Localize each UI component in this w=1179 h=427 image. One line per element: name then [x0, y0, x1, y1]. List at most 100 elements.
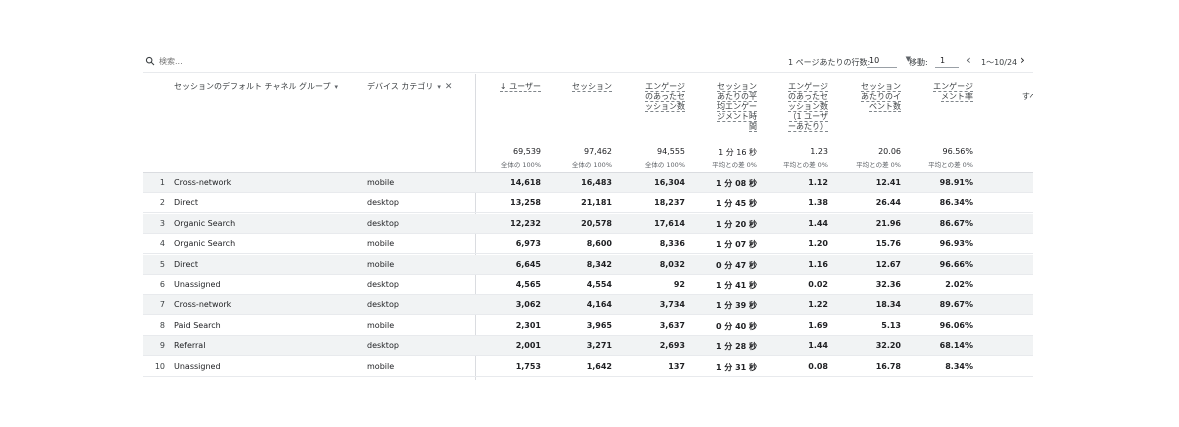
cell-metric-value: 32.20 [875, 341, 901, 351]
cell-metric-value: 3,271 [586, 341, 612, 351]
dimension-header-device-category[interactable]: デバイス カテゴリ ▾ ✕ [367, 82, 452, 92]
cell-metric-value: 2,001 [515, 341, 541, 351]
table-row[interactable]: 1 Cross-network mobile 14,618 16,483 16,304 1 … [143, 173, 1033, 193]
metric-header-label: セッション あたりの平 均エンゲー ジメント時 間 [717, 82, 757, 132]
total-engaged-sessions: 94,555 [657, 147, 685, 156]
cell-metric-value: 1.69 [808, 320, 828, 330]
cell-metric-value: 0.02 [808, 280, 828, 289]
table-row[interactable]: 2 Direct desktop 13,258 21,181 18,237 1 分 45 秒… [143, 193, 1033, 214]
cell-metric-value: 8,600 [586, 239, 612, 249]
metric-header-avg-engagement-time[interactable]: セッション あたりの平 均エンゲー ジメント時 間 [691, 82, 757, 132]
cell-metric-value: 13,258 [510, 198, 541, 208]
cell-metric-value: 1.22 [808, 300, 828, 310]
cell-metric-value: 0.08 [808, 361, 828, 371]
metric-header-events-per-session[interactable]: セッション あたりのイ ベント数 [835, 82, 901, 112]
cell-metric-value: 17,614 [654, 218, 685, 228]
table-row[interactable]: 4 Organic Search mobile 6,973 8,600 8,336 1 分 … [143, 234, 1033, 255]
cell-metric-value: 1 分 41 秒 [715, 281, 757, 290]
dropdown-caret-icon[interactable]: ▾ [335, 82, 339, 92]
cell-metric-value: 1 分 07 秒 [715, 240, 757, 250]
cell-channel-group: Paid Search [174, 320, 221, 330]
goto-page-input[interactable]: 1 [935, 55, 959, 68]
row-index: 9 [159, 341, 165, 351]
cell-metric-value: 16,483 [581, 178, 612, 187]
total-engaged-sessions-per-user: 1.23 [810, 147, 828, 156]
cell-channel-group: Organic Search [174, 218, 236, 228]
search-box[interactable] [145, 56, 279, 66]
cell-device-category: desktop [367, 280, 399, 289]
cell-metric-value: 8.34% [945, 361, 973, 371]
cell-device-category: desktop [367, 341, 399, 351]
row-index: 10 [154, 361, 165, 371]
cell-channel-group: Referral [174, 341, 206, 351]
report-table: 1 ページあたりの行数: 10 ▼ 移動: 1 ‹ 1～10/24 › セッショ… [143, 50, 1033, 380]
cell-metric-value: 20,578 [581, 218, 612, 228]
cell-metric-value: 14,618 [510, 178, 541, 187]
total-avg-engagement-time: 1 分 16 秒 [718, 148, 757, 157]
table-toolbar: 1 ページあたりの行数: 10 ▼ 移動: 1 ‹ 1～10/24 › [143, 50, 1033, 74]
cell-channel-group: Unassigned [174, 361, 221, 371]
cell-metric-value: 8,342 [586, 259, 612, 269]
metric-header-engagement-rate[interactable]: エンゲージ メント率 [907, 82, 973, 102]
cell-device-category: desktop [367, 218, 399, 228]
metric-header-engaged-sessions[interactable]: エンゲージ のあったセ ッション数 [619, 82, 685, 112]
total-events-per-session-sub: 平均との差 0% [856, 161, 901, 169]
cell-metric-value: 3,734 [659, 300, 685, 310]
cell-metric-value: 26.44 [875, 198, 901, 208]
metric-header-label: ↓ ユーザー [499, 82, 541, 92]
dimension-header-channel-group[interactable]: セッションのデフォルト チャネル グループ ▾ [174, 82, 338, 92]
rows-per-page-label: 1 ページあたりの行数: [788, 58, 871, 67]
chevron-left-icon[interactable]: ‹ [966, 53, 971, 67]
row-index: 3 [159, 218, 165, 228]
cell-metric-value: 18,237 [654, 198, 685, 208]
cell-device-category: desktop [367, 300, 399, 310]
cell-metric-value: 1,753 [515, 361, 541, 371]
remove-dimension-icon[interactable]: ✕ [445, 82, 453, 92]
cell-metric-value: 1.12 [808, 178, 828, 187]
metric-header-engaged-sessions-per-user[interactable]: エンゲージ のあったセ ッション数 （1 ユーザ ーあたり） [762, 82, 828, 132]
table-row[interactable]: 9 Referral desktop 2,001 3,271 2,693 1 分 28 秒 1… [143, 336, 1033, 357]
table-row[interactable]: 3 Organic Search desktop 12,232 20,578 17,614… [143, 213, 1033, 234]
table-row[interactable]: 10 Unassigned mobile 1,753 1,642 137 1 分 31 秒 0… [143, 357, 1033, 377]
row-index: 5 [159, 259, 165, 269]
metric-header-sessions[interactable]: セッション [546, 82, 612, 92]
metric-header-label: エンゲージ のあったセ ッション数 （1 ユーザ ーあたり） [788, 82, 828, 132]
cell-metric-value: 32.36 [875, 280, 901, 289]
cell-metric-value: 21.96 [875, 218, 901, 228]
cell-metric-value: 15.76 [875, 239, 901, 249]
row-divider [143, 375, 1033, 377]
rows-per-page-select[interactable]: 10 ▼ [867, 55, 911, 68]
cell-metric-value: 21,181 [581, 198, 612, 208]
metric-header-label: エンゲージ メント率 [933, 82, 973, 102]
cell-metric-value: 98.91% [939, 178, 973, 187]
table-row[interactable]: 5 Direct mobile 6,645 8,342 8,032 0 分 47 秒 1.16… [143, 254, 1033, 275]
table-row[interactable]: 6 Unassigned desktop 4,565 4,554 92 1 分 41 秒 0.… [143, 275, 1033, 295]
metric-header-cutoff[interactable]: イ すべて [1005, 82, 1033, 102]
cell-metric-value: 3,062 [515, 300, 541, 310]
cell-device-category: mobile [367, 361, 395, 371]
metric-header-users[interactable]: ↓ ユーザー [475, 82, 541, 92]
cell-metric-value: 2,693 [659, 341, 685, 351]
cell-metric-value: 1.44 [808, 218, 828, 228]
chevron-right-icon[interactable]: › [1020, 53, 1025, 67]
total-users-sub: 全体の 100% [500, 161, 541, 169]
cell-metric-value: 1 分 20 秒 [715, 219, 757, 229]
table-row[interactable]: 8 Paid Search mobile 2,301 3,965 3,637 0 分 40 … [143, 316, 1033, 336]
cell-metric-value: 16,304 [654, 178, 685, 187]
total-sessions-sub: 全体の 100% [571, 161, 612, 169]
cell-metric-value: 86.67% [939, 218, 973, 228]
cell-metric-value: 1.20 [808, 239, 828, 249]
cell-metric-value: 0 分 47 秒 [715, 260, 757, 270]
total-sessions: 97,462 [584, 147, 612, 156]
table-row[interactable]: 7 Cross-network desktop 3,062 4,164 3,734 1 分 … [143, 295, 1033, 316]
dropdown-caret-icon[interactable]: ▾ [437, 82, 441, 92]
search-input[interactable] [159, 56, 279, 66]
total-engaged-sessions-sub: 全体の 100% [644, 161, 685, 169]
cell-metric-value: 1,642 [586, 361, 612, 371]
total-events-per-session: 20.06 [878, 147, 901, 156]
total-engagement-rate-sub: 平均との差 0% [928, 161, 973, 169]
cell-device-category: desktop [367, 198, 399, 208]
row-index: 6 [159, 280, 165, 289]
total-avg-engagement-time-sub: 平均との差 0% [712, 161, 757, 169]
cell-metric-value: 86.34% [939, 198, 973, 208]
